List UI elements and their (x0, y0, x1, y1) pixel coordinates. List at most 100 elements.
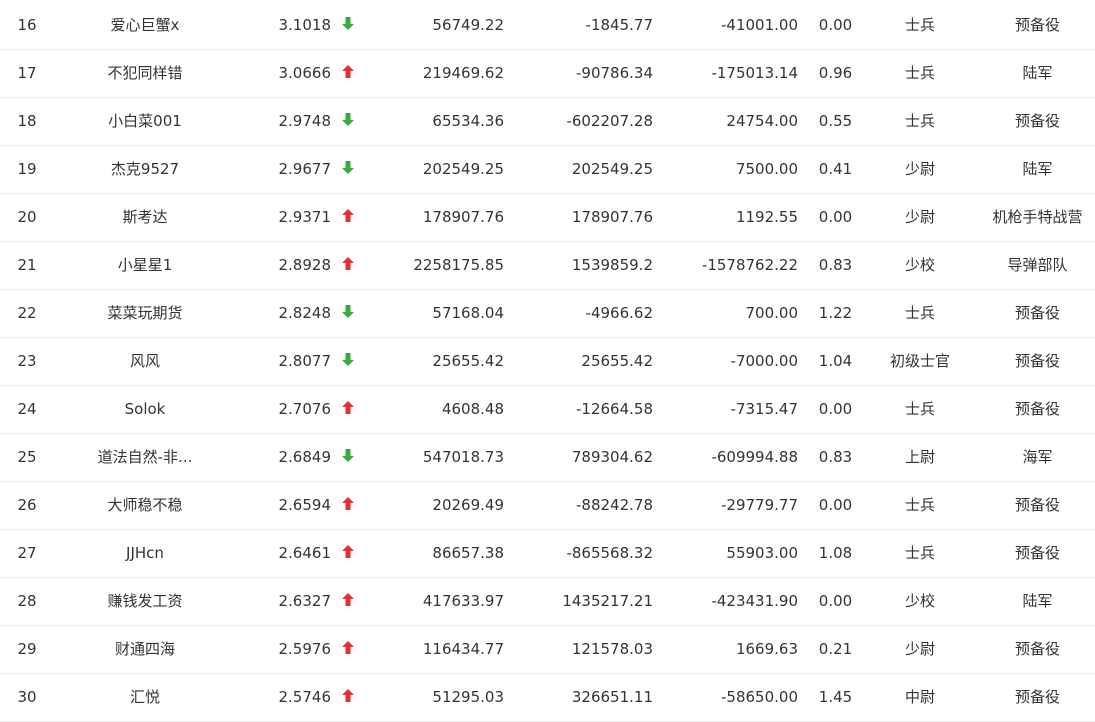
score-cell: 2.5746 (278, 688, 332, 706)
branch-cell: 导弹部队 (1007, 256, 1068, 274)
value-2-cell: 326651.11 (571, 688, 653, 706)
user-name-link[interactable]: 杰克9527 (70, 146, 220, 193)
level-cell: 中尉 (904, 688, 935, 706)
value-4-cell: 0.00 (818, 208, 853, 226)
level-cell: 士兵 (904, 544, 935, 562)
rank-cell: 27 (17, 544, 37, 562)
level-cell: 士兵 (904, 112, 935, 130)
level-cell: 初级士官 (889, 352, 950, 370)
level-cell: 少尉 (904, 208, 935, 226)
user-name-link[interactable]: 赚钱发工资 (70, 578, 220, 625)
level-cell: 士兵 (904, 400, 935, 418)
score-cell: 2.7076 (278, 400, 332, 418)
table-row[interactable]: 24 Solok 2.7076 4608.48 -12664.58 -7315.47 0.0… (0, 386, 1095, 434)
arrow-down-icon (337, 98, 359, 145)
rank-cell: 22 (17, 304, 37, 322)
user-name-link[interactable]: JJHcn (70, 530, 220, 577)
arrow-down-icon (337, 338, 359, 385)
value-1-cell: 116434.77 (422, 640, 504, 658)
value-3-cell: 7500.00 (735, 160, 798, 178)
value-4-cell: 0.55 (818, 112, 853, 130)
ranking-table: 16 爱心巨蟹x 3.1018 56749.22 -1845.77 -41001.00 0.… (0, 0, 1095, 722)
user-name-link[interactable]: 不犯同样错 (70, 50, 220, 97)
table-row[interactable]: 26 大师稳不稳 2.6594 20269.49 -88242.78 -29779.77 0… (0, 482, 1095, 530)
score-cell: 2.6594 (278, 496, 332, 514)
score-cell: 2.9677 (278, 160, 332, 178)
value-2-cell: -88242.78 (576, 496, 653, 514)
value-2-cell: -4966.62 (585, 304, 653, 322)
value-4-cell: 0.83 (818, 256, 853, 274)
score-cell: 2.6849 (278, 448, 332, 466)
user-name-link[interactable]: 斯考达 (70, 194, 220, 241)
user-name-link[interactable]: Solok (70, 386, 220, 433)
table-row[interactable]: 16 爱心巨蟹x 3.1018 56749.22 -1845.77 -41001.00 0.… (0, 2, 1095, 50)
value-1-cell: 202549.25 (422, 160, 504, 178)
score-cell: 2.9371 (278, 208, 332, 226)
branch-cell: 预备役 (1014, 688, 1060, 706)
value-1-cell: 178907.76 (422, 208, 504, 226)
user-name-link[interactable]: 爱心巨蟹x (70, 2, 220, 49)
arrow-up-icon (337, 482, 359, 529)
level-cell: 少尉 (904, 160, 935, 178)
user-name-link[interactable]: 道法自然-非... (70, 434, 220, 481)
table-row[interactable]: 18 小白菜001 2.9748 65534.36 -602207.28 24754.00… (0, 98, 1095, 146)
table-row[interactable]: 27 JJHcn 2.6461 86657.38 -865568.32 55903.00 1… (0, 530, 1095, 578)
score-cell: 2.8248 (278, 304, 332, 322)
arrow-down-icon (337, 290, 359, 337)
table-row[interactable]: 20 斯考达 2.9371 178907.76 178907.76 1192.55 0.00… (0, 194, 1095, 242)
score-cell: 3.0666 (278, 64, 332, 82)
user-name-link[interactable]: 小星星1 (70, 242, 220, 289)
value-1-cell: 51295.03 (432, 688, 504, 706)
table-row[interactable]: 21 小星星1 2.8928 2258175.85 1539859.2 -1578762.… (0, 242, 1095, 290)
value-4-cell: 1.08 (818, 544, 853, 562)
value-1-cell: 219469.62 (422, 64, 504, 82)
level-cell: 少校 (904, 256, 935, 274)
table-row[interactable]: 22 菜菜玩期货 2.8248 57168.04 -4966.62 700.00 1.22 士… (0, 290, 1095, 338)
rank-cell: 29 (17, 640, 37, 658)
level-cell: 士兵 (904, 16, 935, 34)
value-4-cell: 0.83 (818, 448, 853, 466)
rank-cell: 16 (17, 16, 37, 34)
value-4-cell: 0.96 (818, 64, 853, 82)
branch-cell: 预备役 (1014, 16, 1060, 34)
user-name-link[interactable]: 菜菜玩期货 (70, 290, 220, 337)
user-name-link[interactable]: 小白菜001 (70, 98, 220, 145)
value-2-cell: -1845.77 (585, 16, 653, 34)
table-row[interactable]: 17 不犯同样错 3.0666 219469.62 -90786.34 -175013.1… (0, 50, 1095, 98)
table-row[interactable]: 29 财通四海 2.5976 116434.77 121578.03 1669.63 0.2… (0, 626, 1095, 674)
table-row[interactable]: 23 风风 2.8077 25655.42 25655.42 -7000.00 1.04 初级… (0, 338, 1095, 386)
value-2-cell: -865568.32 (566, 544, 653, 562)
user-name-link[interactable]: 汇悦 (70, 674, 220, 721)
rank-cell: 28 (17, 592, 37, 610)
value-4-cell: 0.00 (818, 16, 853, 34)
rank-cell: 20 (17, 208, 37, 226)
branch-cell: 陆军 (1022, 592, 1053, 610)
value-1-cell: 20269.49 (432, 496, 504, 514)
value-2-cell: 789304.62 (571, 448, 653, 466)
arrow-up-icon (337, 194, 359, 241)
rank-cell: 30 (17, 688, 37, 706)
value-3-cell: 700.00 (745, 304, 799, 322)
value-3-cell: 1669.63 (735, 640, 798, 658)
arrow-down-icon (337, 434, 359, 481)
arrow-up-icon (337, 530, 359, 577)
value-2-cell: 25655.42 (581, 352, 653, 370)
value-4-cell: 1.04 (818, 352, 853, 370)
level-cell: 上尉 (904, 448, 935, 466)
value-3-cell: -1578762.22 (701, 256, 798, 274)
rank-cell: 19 (17, 160, 37, 178)
user-name-link[interactable]: 风风 (70, 338, 220, 385)
value-1-cell: 417633.97 (422, 592, 504, 610)
rank-cell: 18 (17, 112, 37, 130)
table-row[interactable]: 28 赚钱发工资 2.6327 417633.97 1435217.21 -423431.… (0, 578, 1095, 626)
value-3-cell: -609994.88 (711, 448, 798, 466)
score-cell: 2.6327 (278, 592, 332, 610)
user-name-link[interactable]: 财通四海 (70, 626, 220, 673)
branch-cell: 预备役 (1014, 304, 1060, 322)
value-4-cell: 0.41 (818, 160, 853, 178)
table-row[interactable]: 19 杰克9527 2.9677 202549.25 202549.25 7500.00 0… (0, 146, 1095, 194)
table-row[interactable]: 25 道法自然-非... 2.6849 547018.73 789304.62 -6099… (0, 434, 1095, 482)
rank-cell: 26 (17, 496, 37, 514)
user-name-link[interactable]: 大师稳不稳 (70, 482, 220, 529)
value-3-cell: 24754.00 (726, 112, 798, 130)
